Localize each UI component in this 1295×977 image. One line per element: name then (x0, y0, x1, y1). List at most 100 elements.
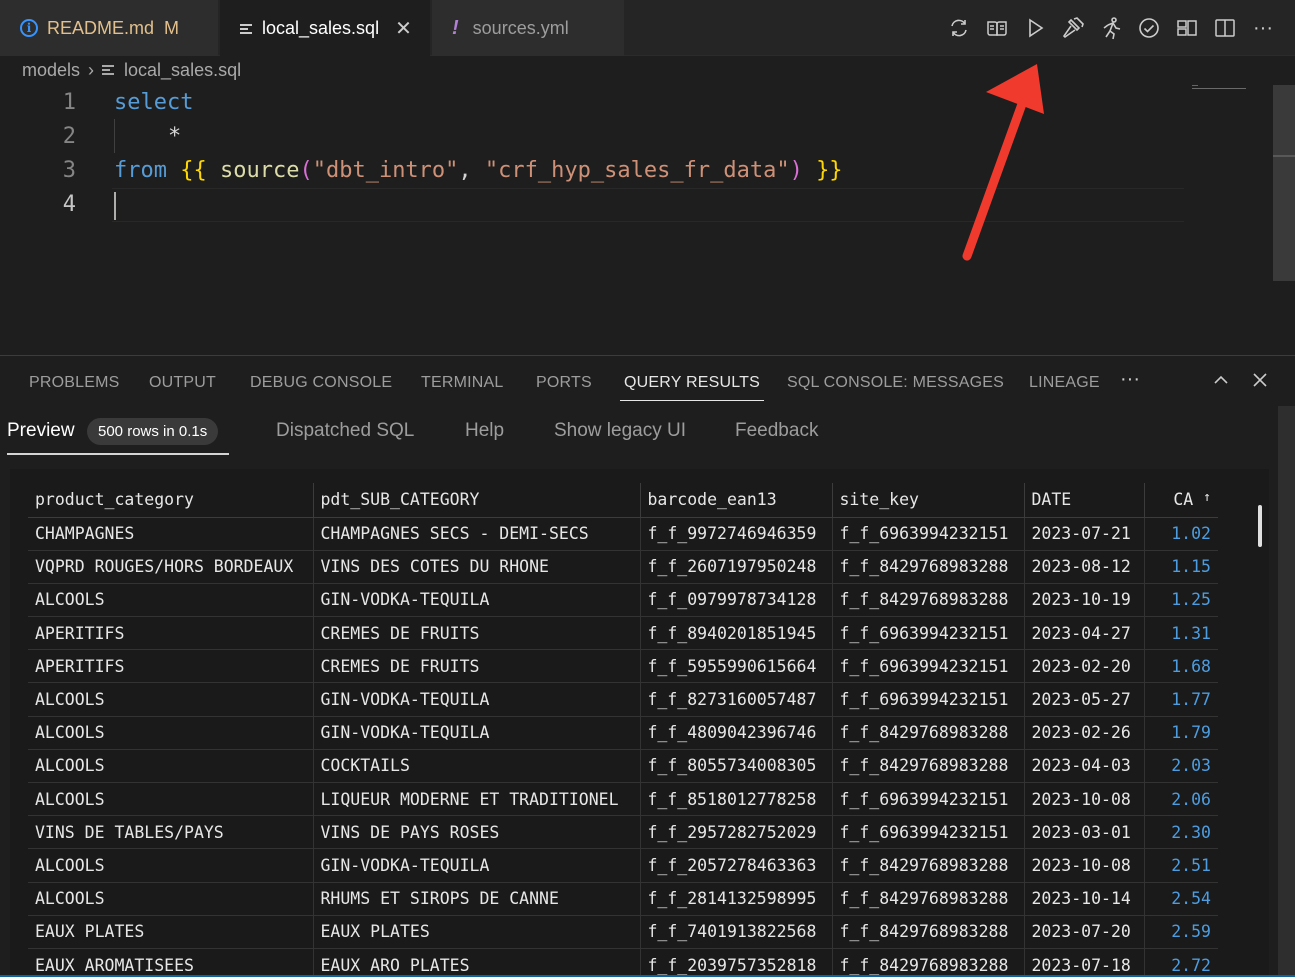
table-cell[interactable]: COCKTAILS (313, 749, 641, 784)
table-cell[interactable]: f_f_4809042396746 (640, 716, 833, 750)
table-cell[interactable]: 2023-10-08 (1024, 782, 1145, 817)
table-row[interactable]: ALCOOLS GIN-VODKA-TEQUILA f_f_097997873412… (28, 583, 1218, 618)
table-cell[interactable]: f_f_5955990615664 (640, 649, 833, 684)
table-cell[interactable]: f_f_6963994232151 (832, 616, 1025, 651)
layout-icon[interactable] (1175, 14, 1199, 42)
table-cell[interactable]: 1.25 (1144, 583, 1218, 618)
table-cell[interactable]: CHAMPAGNES SECS - DEMI-SECS (313, 517, 641, 551)
table-cell[interactable]: f_f_0979978734128 (640, 583, 833, 618)
code-editor[interactable]: 1 select 2 * 3 from {{ source("dbt_intro… (0, 85, 1295, 355)
column-header-ca[interactable]: CA ↑ (1144, 483, 1218, 518)
table-cell[interactable]: 2023-07-20 (1024, 915, 1145, 949)
table-row[interactable]: CHAMPAGNES CHAMPAGNES SECS - DEMI-SECS f_f… (28, 517, 1218, 551)
table-cell[interactable]: ALCOOLS (28, 682, 314, 717)
table-cell[interactable]: CREMES DE FRUITS (313, 616, 641, 651)
table-cell[interactable]: CREMES DE FRUITS (313, 649, 641, 684)
table-cell[interactable]: GIN-VODKA-TEQUILA (313, 682, 641, 717)
more-tabs-icon[interactable]: ··· (1120, 368, 1140, 391)
table-row[interactable]: EAUX PLATES EAUX PLATES f_f_7401913822568 f… (28, 915, 1218, 949)
table-cell[interactable]: GIN-VODKA-TEQUILA (313, 848, 641, 883)
table-cell[interactable]: f_f_8429768983288 (832, 749, 1025, 784)
tab-sources[interactable]: ! sources.yml (432, 0, 624, 56)
breadcrumb-folder[interactable]: models (22, 60, 80, 81)
table-row[interactable]: EAUX AROMATISEES EAUX ARO PLATES f_f_20397… (28, 948, 1218, 977)
table-row[interactable]: ALCOOLS COCKTAILS f_f_8055734008305 f_f_842… (28, 749, 1218, 784)
table-cell[interactable]: 2023-07-21 (1024, 517, 1145, 551)
table-cell[interactable]: ALCOOLS (28, 848, 314, 883)
table-cell[interactable]: 2023-02-26 (1024, 716, 1145, 750)
breadcrumb-file[interactable]: local_sales.sql (124, 60, 241, 81)
table-cell[interactable]: RHUMS ET SIROPS DE CANNE (313, 882, 641, 916)
panel-scrollbar[interactable] (1278, 406, 1295, 977)
table-cell[interactable]: LIQUEUR MODERNE ET TRADITIONEL (313, 782, 641, 817)
subtab-dispatched-sql[interactable]: Dispatched SQL (276, 420, 414, 442)
table-row[interactable]: VINS DE TABLES/PAYS VINS DE PAYS ROSES f_f… (28, 815, 1218, 850)
table-row[interactable]: ALCOOLS GIN-VODKA-TEQUILA f_f_205727846336… (28, 848, 1218, 883)
table-cell[interactable]: CHAMPAGNES (28, 517, 314, 551)
table-cell[interactable]: f_f_6963994232151 (832, 815, 1025, 850)
table-cell[interactable]: f_f_8518012778258 (640, 782, 833, 817)
table-row[interactable]: ALCOOLS GIN-VODKA-TEQUILA f_f_827316005748… (28, 682, 1218, 717)
table-cell[interactable]: 2.30 (1144, 815, 1218, 850)
table-cell[interactable]: ALCOOLS (28, 882, 314, 916)
table-cell[interactable]: EAUX ARO PLATES (313, 948, 641, 977)
table-cell[interactable]: f_f_6963994232151 (832, 682, 1025, 717)
table-cell[interactable]: f_f_8429768983288 (832, 550, 1025, 584)
tab-readme[interactable]: i README.md M (0, 0, 218, 56)
table-row[interactable]: ALCOOLS LIQUEUR MODERNE ET TRADITIONEL f_f… (28, 782, 1218, 817)
table-cell[interactable]: f_f_2957282752029 (640, 815, 833, 850)
table-cell[interactable]: f_f_2057278463363 (640, 848, 833, 883)
tab-output[interactable]: OUTPUT (149, 374, 216, 392)
table-cell[interactable]: ALCOOLS (28, 716, 314, 750)
tab-problems[interactable]: PROBLEMS (29, 374, 120, 392)
tab-debug-console[interactable]: DEBUG CONSOLE (250, 374, 392, 392)
check-icon[interactable] (1137, 14, 1161, 42)
table-cell[interactable]: 2023-10-14 (1024, 882, 1145, 916)
table-cell[interactable]: VINS DES COTES DU RHONE (313, 550, 641, 584)
table-cell[interactable]: f_f_8429768983288 (832, 915, 1025, 949)
table-cell[interactable]: f_f_8273160057487 (640, 682, 833, 717)
tab-query-results[interactable]: QUERY RESULTS (620, 374, 764, 401)
table-cell[interactable]: EAUX AROMATISEES (28, 948, 314, 977)
chevron-up-icon[interactable] (1213, 371, 1229, 394)
table-cell[interactable]: f_f_8429768983288 (832, 848, 1025, 883)
table-cell[interactable]: GIN-VODKA-TEQUILA (313, 716, 641, 750)
table-cell[interactable]: 2023-03-01 (1024, 815, 1145, 850)
table-cell[interactable]: 2023-07-18 (1024, 948, 1145, 977)
table-cell[interactable]: f_f_2039757352818 (640, 948, 833, 977)
table-cell[interactable]: f_f_2814132598995 (640, 882, 833, 916)
run-icon[interactable] (1023, 14, 1047, 42)
table-cell[interactable]: EAUX PLATES (28, 915, 314, 949)
table-cell[interactable]: ALCOOLS (28, 583, 314, 618)
refresh-icon[interactable] (947, 14, 971, 42)
table-cell[interactable]: APERITIFS (28, 616, 314, 651)
table-cell[interactable]: ALCOOLS (28, 782, 314, 817)
table-cell[interactable]: 1.15 (1144, 550, 1218, 584)
table-cell[interactable]: EAUX PLATES (313, 915, 641, 949)
table-cell[interactable]: f_f_8940201851945 (640, 616, 833, 651)
table-cell[interactable]: f_f_6963994232151 (832, 517, 1025, 551)
table-cell[interactable]: f_f_2607197950248 (640, 550, 833, 584)
table-cell[interactable]: f_f_6963994232151 (832, 649, 1025, 684)
column-header[interactable]: DATE (1024, 483, 1145, 518)
table-cell[interactable]: 2.59 (1144, 915, 1218, 949)
book-icon[interactable] (985, 14, 1009, 42)
table-cell[interactable]: VINS DE PAYS ROSES (313, 815, 641, 850)
table-cell[interactable]: APERITIFS (28, 649, 314, 684)
column-header[interactable]: barcode_ean13 (640, 483, 833, 518)
close-icon[interactable]: ✕ (395, 16, 412, 41)
subtab-help[interactable]: Help (465, 420, 504, 442)
table-row[interactable]: APERITIFS CREMES DE FRUITS f_f_89402018519… (28, 616, 1218, 651)
table-cell[interactable]: GIN-VODKA-TEQUILA (313, 583, 641, 618)
column-header[interactable]: pdt_SUB_CATEGORY (313, 483, 641, 518)
table-cell[interactable]: 2023-08-12 (1024, 550, 1145, 584)
build-icon[interactable] (1061, 14, 1085, 42)
table-cell[interactable]: 2.06 (1144, 782, 1218, 817)
table-cell[interactable]: f_f_7401913822568 (640, 915, 833, 949)
table-cell[interactable]: 2.51 (1144, 848, 1218, 883)
table-cell[interactable]: f_f_8429768983288 (832, 583, 1025, 618)
table-cell[interactable]: f_f_8429768983288 (832, 882, 1025, 916)
tab-terminal[interactable]: TERMINAL (421, 374, 504, 392)
table-cell[interactable]: 1.31 (1144, 616, 1218, 651)
split-editor-icon[interactable] (1213, 14, 1237, 42)
